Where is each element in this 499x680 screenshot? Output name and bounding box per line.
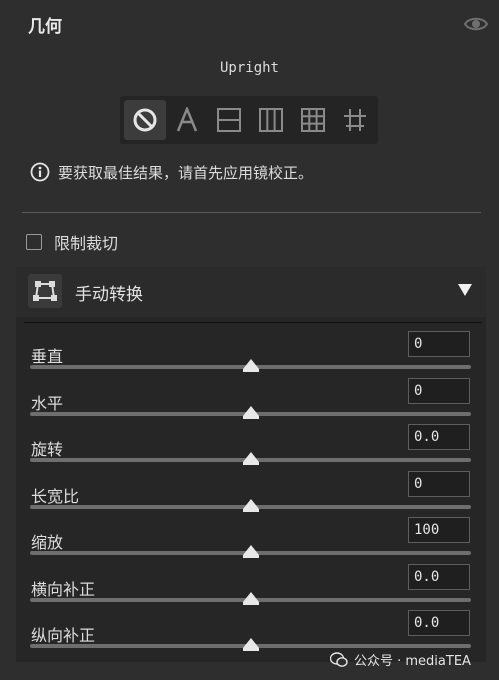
slider-value-field[interactable]: 0 xyxy=(408,331,470,357)
upright-vertical-button[interactable] xyxy=(250,100,292,140)
slider-thumb[interactable] xyxy=(242,498,259,512)
slider-value-field[interactable]: 0.0 xyxy=(408,424,470,450)
section-separator xyxy=(24,322,482,323)
geometry-panel: 几何 Upright 要获取最佳结果，请首先应用镜校正。 限制裁切 手动转换 垂… xyxy=(0,0,499,680)
grid-icon xyxy=(301,108,325,132)
manual-transform-header[interactable]: 手动转换 xyxy=(16,267,486,317)
wechat-icon xyxy=(330,651,348,667)
slider-label: 纵向补正 xyxy=(31,626,96,645)
slider-value-field[interactable]: 0 xyxy=(408,470,470,497)
slider-thumb[interactable] xyxy=(242,638,259,651)
slider-thumb[interactable] xyxy=(242,359,259,372)
slider-value-field[interactable]: 0.0 xyxy=(408,563,470,590)
constrain-crop-checkbox[interactable] xyxy=(26,234,42,250)
slider-label: 缩放 xyxy=(31,533,64,552)
slider-label: 垂直 xyxy=(31,347,64,366)
info-icon xyxy=(30,162,50,182)
upright-auto-button[interactable] xyxy=(166,100,208,140)
constrain-crop-row[interactable]: 限制裁切 xyxy=(26,230,118,254)
panel-title: 几何 xyxy=(28,17,62,37)
divider xyxy=(22,212,481,213)
level-icon xyxy=(217,108,241,132)
slider-thumb[interactable] xyxy=(242,591,259,605)
slider-label: 横向补正 xyxy=(31,579,96,599)
crop-guide-icon xyxy=(344,109,366,131)
slider-label: 水平 xyxy=(31,393,64,413)
upright-modes xyxy=(120,96,378,144)
upright-off-button[interactable] xyxy=(124,100,166,140)
slider-value-field[interactable]: 0.0 xyxy=(408,610,470,636)
watermark: 公众号 · mediaTEA xyxy=(330,650,471,669)
info-text: 要获取最佳结果，请首先应用镜校正。 xyxy=(58,163,314,182)
eye-icon[interactable] xyxy=(463,14,489,34)
slider-thumb[interactable] xyxy=(242,452,259,465)
slider-label: 旋转 xyxy=(31,440,64,459)
slider-label: 长宽比 xyxy=(31,486,80,506)
upright-full-button[interactable] xyxy=(292,100,334,140)
manual-transform-title: 手动转换 xyxy=(75,285,143,305)
upright-label: Upright xyxy=(219,60,279,76)
upright-level-button[interactable] xyxy=(208,100,250,140)
watermark-text: 公众号 · mediaTEA xyxy=(354,654,471,669)
info-message: 要获取最佳结果，请首先应用镜校正。 xyxy=(30,160,313,184)
vertical-icon xyxy=(259,108,283,132)
manual-transform-section: 手动转换 垂直 0 水平 0 旋转 0.0 长宽比 0 缩放 100 横向补正 0.0 纵向补正 0.0 xyxy=(16,267,486,662)
transform-icon xyxy=(28,274,62,308)
slider-value-field[interactable]: 100 xyxy=(408,517,470,543)
upright-guided-button[interactable] xyxy=(334,100,376,140)
constrain-crop-label: 限制裁切 xyxy=(54,234,119,253)
no-sign-icon xyxy=(133,108,157,132)
slider-thumb[interactable] xyxy=(242,405,259,419)
triangle-down-icon[interactable] xyxy=(458,284,472,296)
slider-value-field[interactable]: 0 xyxy=(408,377,470,404)
slider-thumb[interactable] xyxy=(242,545,259,558)
letter-a-icon xyxy=(176,107,198,132)
